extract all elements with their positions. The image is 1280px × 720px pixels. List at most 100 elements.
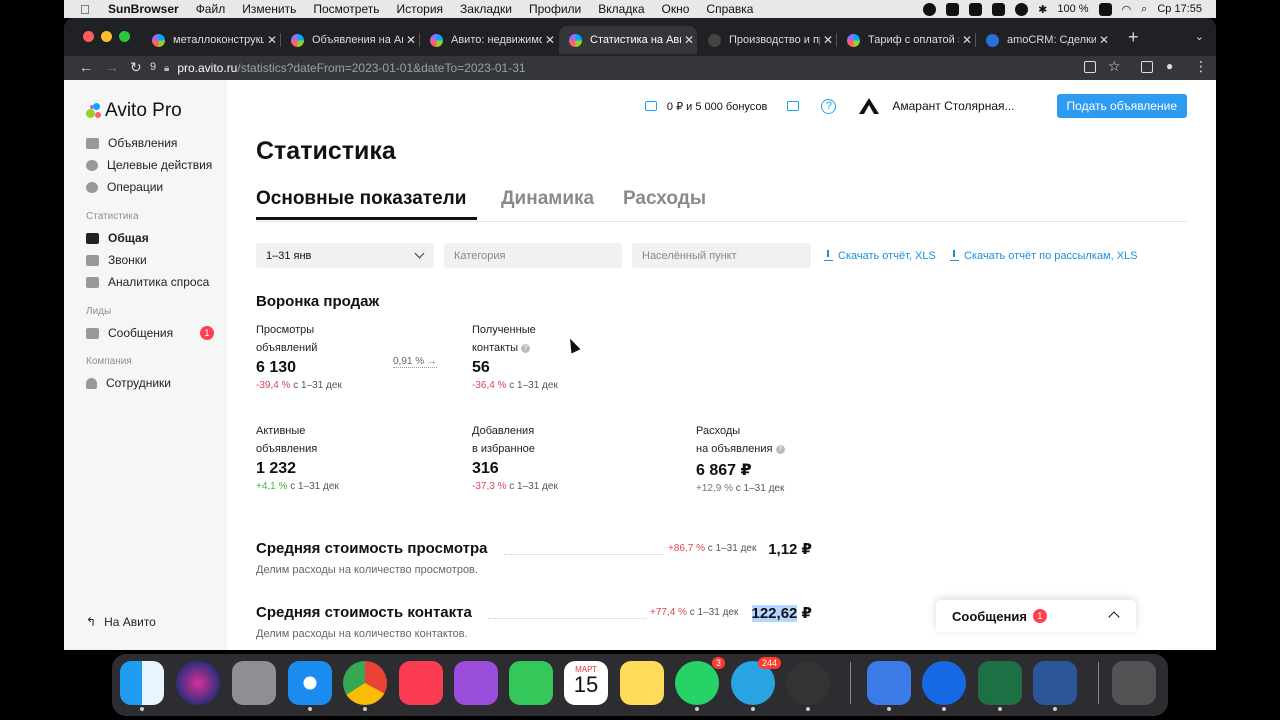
tab-dynamics[interactable]: Динамика: [501, 188, 594, 210]
reload-icon[interactable]: ↻: [130, 59, 142, 76]
siri-icon[interactable]: [176, 661, 220, 705]
download-mailing-report-link[interactable]: Скачать отчёт по рассылкам, XLS: [950, 250, 1138, 262]
download-report-link[interactable]: Скачать отчёт, XLS: [824, 250, 936, 262]
search-icon[interactable]: ⌕: [1141, 3, 1147, 16]
apple-icon[interactable]: : [80, 2, 94, 17]
whatsapp-icon[interactable]: 3: [675, 657, 725, 711]
to-avito-link[interactable]: ↰ На Авито: [86, 615, 156, 629]
podcasts-icon[interactable]: [454, 661, 498, 705]
close-tab-icon[interactable]: ✕: [681, 33, 697, 47]
close-tab-icon[interactable]: ✕: [542, 33, 558, 47]
sidebar-item-general[interactable]: Общая: [86, 231, 149, 245]
vscode-icon[interactable]: [867, 661, 911, 711]
phone-icon: [86, 254, 99, 266]
browser-tab[interactable]: Авито: недвижимость ✕: [420, 26, 558, 54]
city-input[interactable]: Населённый пункт: [632, 243, 811, 268]
avito-pro-logo[interactable]: Avito Pro: [86, 100, 182, 122]
close-tab-icon[interactable]: ✕: [264, 33, 280, 47]
menu-window[interactable]: Окно: [662, 2, 690, 16]
quicktime-icon[interactable]: [786, 661, 830, 711]
sidebar-toggle-icon[interactable]: [1141, 61, 1153, 73]
tab-search-chevron-icon[interactable]: ⌄: [1195, 30, 1204, 43]
word-icon[interactable]: [1033, 661, 1077, 711]
promo-icon[interactable]: [787, 101, 800, 111]
flash-icon[interactable]: [1015, 2, 1029, 16]
menu-view[interactable]: Посмотреть: [313, 2, 379, 16]
launchpad-icon[interactable]: [232, 661, 276, 705]
menu-bookmarks[interactable]: Закладки: [460, 2, 512, 16]
close-window-button[interactable]: [83, 31, 94, 42]
help-icon[interactable]: ?: [821, 98, 837, 114]
browser-tab[interactable]: amoCRM: Сделки, ✕: [976, 26, 1112, 54]
menu-app-name[interactable]: SunBrowser: [108, 2, 179, 16]
back-icon[interactable]: ←: [79, 59, 93, 75]
close-tab-icon[interactable]: ✕: [403, 33, 419, 47]
bluetooth-icon[interactable]: ✱: [1038, 3, 1047, 16]
safari-icon[interactable]: [288, 661, 332, 711]
category-input[interactable]: Категория: [444, 243, 622, 268]
maximize-window-button[interactable]: [119, 31, 130, 42]
wallet-icon[interactable]: [644, 101, 657, 111]
tab-main-indicators[interactable]: Основные показатели: [256, 188, 466, 210]
browser-tab-active[interactable]: Статистика на Авито ✕: [559, 26, 697, 54]
share-icon[interactable]: [1084, 61, 1096, 73]
close-tab-icon[interactable]: ✕: [959, 33, 975, 47]
menu-history[interactable]: История: [397, 2, 444, 16]
record-icon[interactable]: [923, 2, 937, 16]
battery-level[interactable]: 100 %: [1057, 3, 1088, 15]
balance[interactable]: 0 ₽ и 5 000 бонусов: [667, 100, 767, 113]
close-tab-icon[interactable]: ✕: [1096, 33, 1112, 47]
company-name[interactable]: Амарант Столярная...: [892, 99, 1014, 113]
trash-icon[interactable]: [1112, 661, 1156, 705]
info-icon[interactable]: ?: [775, 444, 785, 454]
minimize-window-button[interactable]: [101, 31, 112, 42]
sidebar-item-operations[interactable]: Операции: [86, 180, 163, 194]
vscode-status-icon[interactable]: [992, 2, 1006, 16]
company-logo-icon[interactable]: [858, 97, 880, 115]
browser-tab[interactable]: Тариф с оплатой за ✕: [837, 26, 976, 54]
browser-tab[interactable]: металлоконструкции ✕: [142, 26, 281, 54]
menu-tab[interactable]: Вкладка: [598, 2, 644, 16]
telegram-icon[interactable]: 244: [731, 657, 781, 711]
messages-app-icon[interactable]: [509, 661, 553, 705]
profile-icon[interactable]: ●: [1166, 59, 1173, 73]
wifi-icon[interactable]: ◠: [1122, 3, 1132, 16]
sidebar-item-ads[interactable]: Объявления: [86, 136, 177, 150]
status-app-icon[interactable]: [946, 2, 960, 16]
sidebar-item-target-actions[interactable]: Целевые действия: [86, 158, 212, 172]
browser-tab[interactable]: Производство и продажа ✕: [698, 26, 837, 54]
sidebar-item-messages[interactable]: Сообщения 1: [86, 326, 214, 340]
calendar-icon[interactable]: МАРТ 15: [564, 661, 608, 705]
post-ad-button[interactable]: Подать объявление: [1056, 94, 1187, 118]
menu-help[interactable]: Справка: [706, 2, 753, 16]
forward-icon[interactable]: →: [105, 59, 119, 75]
browser-tab[interactable]: Объявления на Авито ✕: [281, 26, 420, 54]
menu-profiles[interactable]: Профили: [529, 2, 581, 16]
info-icon[interactable]: ?: [521, 343, 531, 353]
menu-edit[interactable]: Изменить: [242, 2, 296, 16]
notes-icon[interactable]: [620, 661, 664, 705]
chevron-up-icon[interactable]: [1108, 611, 1120, 623]
keyboard-icon[interactable]: [969, 2, 983, 16]
music-icon[interactable]: [399, 661, 443, 705]
close-tab-icon[interactable]: ✕: [820, 33, 836, 47]
period-select[interactable]: 1–31 янв: [256, 243, 434, 268]
sidebar-item-calls[interactable]: Звонки: [86, 253, 147, 267]
address-bar[interactable]: 🔒︎ pro.avito.ru/statistics?dateFrom=2023…: [164, 56, 1104, 80]
sidebar-item-demand-analytics[interactable]: Аналитика спроса: [86, 275, 209, 289]
browser-menu-icon[interactable]: ⋮: [1194, 58, 1208, 75]
finder-icon[interactable]: [120, 661, 164, 711]
tab-title: металлоконструкции: [173, 34, 264, 46]
sidebar-item-employees[interactable]: Сотрудники: [86, 376, 171, 390]
excel-icon[interactable]: [978, 661, 1022, 711]
new-tab-button[interactable]: +: [1128, 28, 1139, 46]
battery-icon[interactable]: [1098, 2, 1112, 16]
tab-expenses[interactable]: Расходы: [623, 188, 706, 210]
conversion-rate[interactable]: 0,91 % →: [393, 356, 437, 368]
messages-widget[interactable]: Сообщения 1: [936, 600, 1136, 632]
browser-app-icon[interactable]: [922, 661, 966, 711]
clock[interactable]: Ср 17:55: [1157, 3, 1202, 15]
chrome-icon[interactable]: [343, 661, 387, 711]
bookmark-star-icon[interactable]: ☆: [1108, 58, 1121, 75]
menu-file[interactable]: Файл: [196, 2, 226, 16]
